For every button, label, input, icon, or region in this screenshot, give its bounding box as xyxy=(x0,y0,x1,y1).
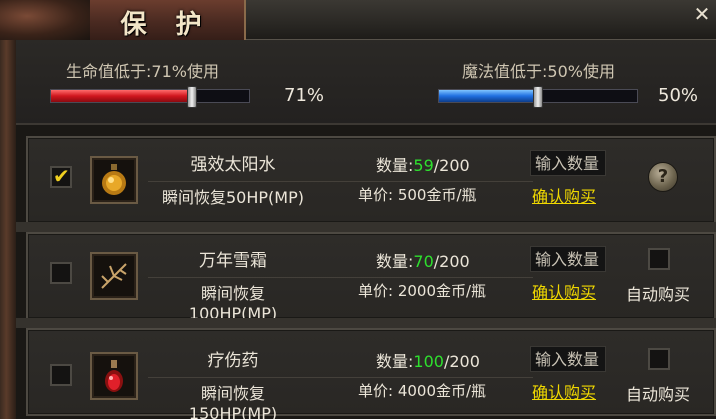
title-tab: 保 护 xyxy=(86,0,246,40)
snow-branch-icon xyxy=(90,252,138,300)
quantity-input[interactable] xyxy=(530,346,606,372)
item-card: 疗伤药 瞬间恢复150HP(MP) 数量:100/200 单价: 4000金币/… xyxy=(26,328,716,419)
quantity-max: /200 xyxy=(433,252,470,271)
confirm-buy-button[interactable]: 确认购买 xyxy=(532,279,596,303)
mp-threshold-value: 50% xyxy=(658,85,699,106)
auto-buy-label: 自动购买 xyxy=(626,285,691,304)
quantity-max: /200 xyxy=(443,352,480,371)
item-effect: 瞬间恢复100HP(MP) xyxy=(188,284,278,323)
hp-threshold-value: 71% xyxy=(284,85,325,106)
quantity-max: /200 xyxy=(433,156,470,175)
hp-slider-thumb[interactable] xyxy=(186,86,197,108)
window-title: 保 护 xyxy=(120,10,212,40)
item-name: 强效太阳水 xyxy=(190,155,276,175)
mp-slider-fill xyxy=(439,90,538,102)
threshold-panel: 生命值低于:71%使用 71% 魔法值低于:50%使用 50% xyxy=(16,40,716,125)
card-separator xyxy=(16,318,716,328)
quantity-input[interactable] xyxy=(530,150,606,176)
quantity-current: 59 xyxy=(413,156,434,175)
confirm-buy-button[interactable]: 确认购买 xyxy=(532,183,596,207)
confirm-buy-button[interactable]: 确认购买 xyxy=(532,379,596,403)
card-divider xyxy=(148,377,533,378)
quantity-current: 100 xyxy=(413,352,444,371)
item-quantity: 数量:59/200 xyxy=(376,156,470,175)
card-divider xyxy=(148,277,533,278)
item-price: 单价: 500金币/瓶 xyxy=(358,186,477,204)
item-card: 万年雪霜 瞬间恢复100HP(MP) 数量:70/200 单价: 2000金币/… xyxy=(26,232,716,323)
hp-slider-fill xyxy=(51,90,192,102)
item-quantity: 数量:70/200 xyxy=(376,252,470,271)
auto-buy-checkbox[interactable] xyxy=(648,248,670,270)
item-effect: 瞬间恢复50HP(MP) xyxy=(162,188,304,207)
close-button[interactable]: ✕ xyxy=(692,4,712,24)
potion-orange-icon xyxy=(90,156,138,204)
item-name: 疗伤药 xyxy=(207,351,259,371)
check-icon: ✔ xyxy=(53,164,70,188)
card-divider xyxy=(148,181,533,182)
item-card: ✔ 强效太阳水 瞬间恢复50HP(MP) 数量:59/200 单价: 500金币… xyxy=(26,136,716,224)
close-icon: ✕ xyxy=(693,2,711,26)
hp-threshold-slider[interactable] xyxy=(50,86,250,108)
auto-buy-label: 自动购买 xyxy=(626,385,691,404)
mp-slider-thumb[interactable] xyxy=(533,86,543,108)
title-bar: 保 护 ✕ xyxy=(16,0,716,40)
quantity-current: 70 xyxy=(413,252,434,271)
hp-threshold-label: 生命值低于:71%使用 xyxy=(66,62,219,81)
card-separator xyxy=(16,222,716,232)
use-item-checkbox[interactable] xyxy=(50,364,72,386)
use-item-checkbox[interactable]: ✔ xyxy=(50,164,72,188)
help-button[interactable]: ? xyxy=(648,162,678,192)
item-name: 万年雪霜 xyxy=(199,251,267,271)
use-item-checkbox[interactable] xyxy=(50,262,72,284)
mp-threshold-slider[interactable] xyxy=(438,86,638,108)
auto-buy-checkbox[interactable] xyxy=(648,348,670,370)
item-effect: 瞬间恢复150HP(MP) xyxy=(188,384,278,419)
item-price: 单价: 4000金币/瓶 xyxy=(358,382,487,400)
quantity-input[interactable] xyxy=(530,246,606,272)
mp-threshold-label: 魔法值低于:50%使用 xyxy=(462,62,615,81)
question-icon: ? xyxy=(657,166,669,187)
frame-ornament xyxy=(0,0,16,419)
item-price: 单价: 2000金币/瓶 xyxy=(358,282,487,300)
item-quantity: 数量:100/200 xyxy=(376,352,480,371)
dragon-ornament xyxy=(0,0,90,40)
potion-red-icon xyxy=(90,352,138,400)
